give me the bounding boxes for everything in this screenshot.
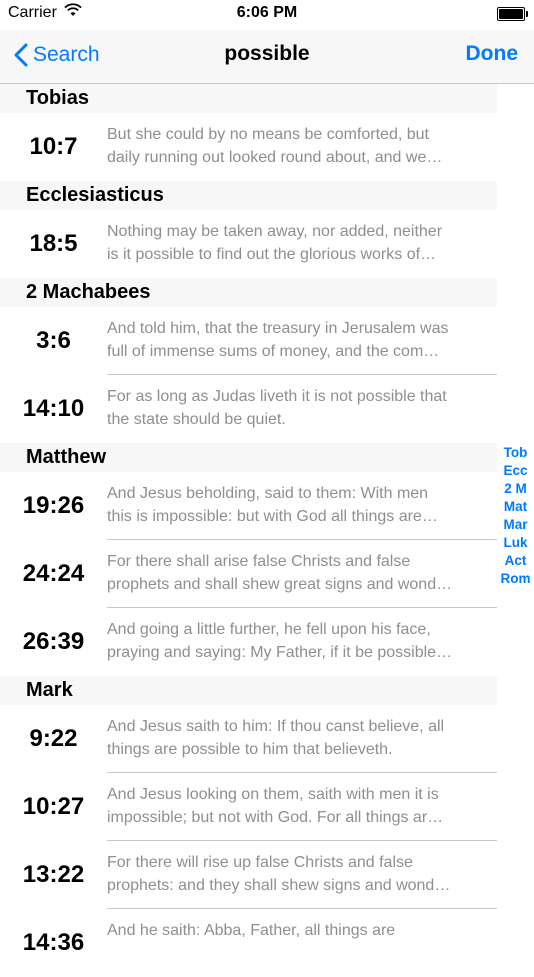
verse-snippet: And he saith: Abba, Father, all things a… (107, 919, 485, 942)
verse-snippet: And Jesus saith to him: If thou canst be… (107, 715, 485, 761)
index-item-tob[interactable]: Tob (497, 444, 534, 462)
results-list: Tobias 10:7 But she could by no means be… (0, 84, 497, 977)
index-item-mar[interactable]: Mar (497, 516, 534, 534)
snippet-line: prophets and shall shew great signs and … (107, 576, 453, 593)
verse-reference: 14:36 (22, 929, 85, 956)
status-bar: Carrier 6:06 PM (0, 0, 534, 30)
snippet-line: praying and saying: My Father, if it be … (107, 644, 453, 661)
section-header: Mark (0, 676, 497, 705)
verse-snippet: And going a little further, he fell upon… (107, 618, 485, 664)
section-index[interactable]: Tob Ecc 2 M Mat Mar Luk Act Rom (497, 444, 534, 588)
verse-snippet: And Jesus beholding, said to them: With … (107, 482, 485, 528)
list-item[interactable]: 19:26 And Jesus beholding, said to them:… (0, 472, 497, 540)
list-item[interactable]: 24:24 For there shall arise false Christ… (0, 540, 497, 608)
verse-reference: 13:22 (22, 861, 85, 888)
snippet-line: But she could by no means be comforted, … (107, 126, 429, 143)
list-item[interactable]: 9:22 And Jesus saith to him: If thou can… (0, 705, 497, 773)
verse-snippet: For as long as Judas liveth it is not po… (107, 385, 485, 431)
done-button[interactable]: Done (466, 42, 519, 66)
status-time: 6:06 PM (236, 4, 298, 21)
snippet-line: Nothing may be taken away, nor added, ne… (107, 223, 443, 240)
snippet-line: And going a little further, he fell upon… (107, 621, 431, 638)
snippet-line: And he saith: Abba, Father, all things a… (107, 922, 396, 939)
section-header: 2 Machabees (0, 278, 497, 307)
index-item-ecc[interactable]: Ecc (497, 462, 534, 480)
verse-snippet: Nothing may be taken away, nor added, ne… (107, 220, 485, 266)
section-header: Matthew (0, 443, 497, 472)
verse-snippet: For there will rise up false Christs and… (107, 851, 485, 897)
index-item-2m[interactable]: 2 M (497, 480, 534, 498)
snippet-line: things are possible to him that believet… (107, 741, 393, 758)
snippet-line: And Jesus beholding, said to them: With … (107, 485, 429, 502)
verse-reference: 24:24 (22, 560, 85, 587)
list-item[interactable]: 10:7 But she could by no means be comfor… (0, 113, 497, 181)
list-item[interactable]: 3:6 And told him, that the treasury in J… (0, 307, 497, 375)
list-item[interactable]: 14:10 For as long as Judas liveth it is … (0, 375, 497, 443)
navigation-bar: Search possible Done (0, 30, 534, 84)
snippet-line: And Jesus saith to him: If thou canst be… (107, 718, 445, 735)
verse-snippet: But she could by no means be comforted, … (107, 123, 485, 169)
snippet-line: prophets: and they shall shew signs and … (107, 877, 451, 894)
battery-icon (497, 7, 528, 21)
section-header: Tobias (0, 84, 497, 113)
verse-reference: 10:27 (22, 793, 85, 820)
list-item[interactable]: 26:39 And going a little further, he fel… (0, 608, 497, 676)
verse-snippet: And Jesus looking on them, saith with me… (107, 783, 485, 829)
snippet-line: this is impossible: but with God all thi… (107, 508, 438, 525)
verse-snippet: For there shall arise false Christs and … (107, 550, 485, 596)
snippet-line: And Jesus looking on them, saith with me… (107, 786, 439, 803)
list-item[interactable]: 13:22 For there will rise up false Chris… (0, 841, 497, 909)
snippet-line: impossible; but not with God. For all th… (107, 809, 444, 826)
snippet-line: is it possible to find out the glorious … (107, 246, 437, 263)
snippet-line: full of immense sums of money, and the c… (107, 343, 440, 360)
index-item-mat[interactable]: Mat (497, 498, 534, 516)
verse-reference: 14:10 (22, 395, 85, 422)
snippet-line: For there will rise up false Christs and… (107, 854, 413, 871)
verse-reference: 10:7 (29, 133, 78, 160)
verse-reference: 18:5 (29, 230, 78, 257)
section-header: Ecclesiasticus (0, 181, 497, 210)
verse-reference: 3:6 (36, 327, 71, 354)
index-item-luk[interactable]: Luk (497, 534, 534, 552)
snippet-line: For there shall arise false Christs and … (107, 553, 411, 570)
index-item-rom[interactable]: Rom (497, 570, 534, 588)
list-item[interactable]: 14:36 And he saith: Abba, Father, all th… (0, 909, 497, 977)
snippet-line: daily running out looked round about, an… (107, 149, 443, 166)
verse-snippet: And told him, that the treasury in Jerus… (107, 317, 485, 363)
verse-reference: 26:39 (22, 628, 85, 655)
list-item[interactable]: 10:27 And Jesus looking on them, saith w… (0, 773, 497, 841)
verse-reference: 9:22 (29, 725, 78, 752)
snippet-line: For as long as Judas liveth it is not po… (107, 388, 447, 405)
snippet-line: the state should be quiet. (107, 411, 286, 428)
list-item[interactable]: 18:5 Nothing may be taken away, nor adde… (0, 210, 497, 278)
snippet-line: And told him, that the treasury in Jerus… (107, 320, 449, 337)
index-item-act[interactable]: Act (497, 552, 534, 570)
verse-reference: 19:26 (22, 492, 85, 519)
page-title: possible (224, 42, 310, 65)
